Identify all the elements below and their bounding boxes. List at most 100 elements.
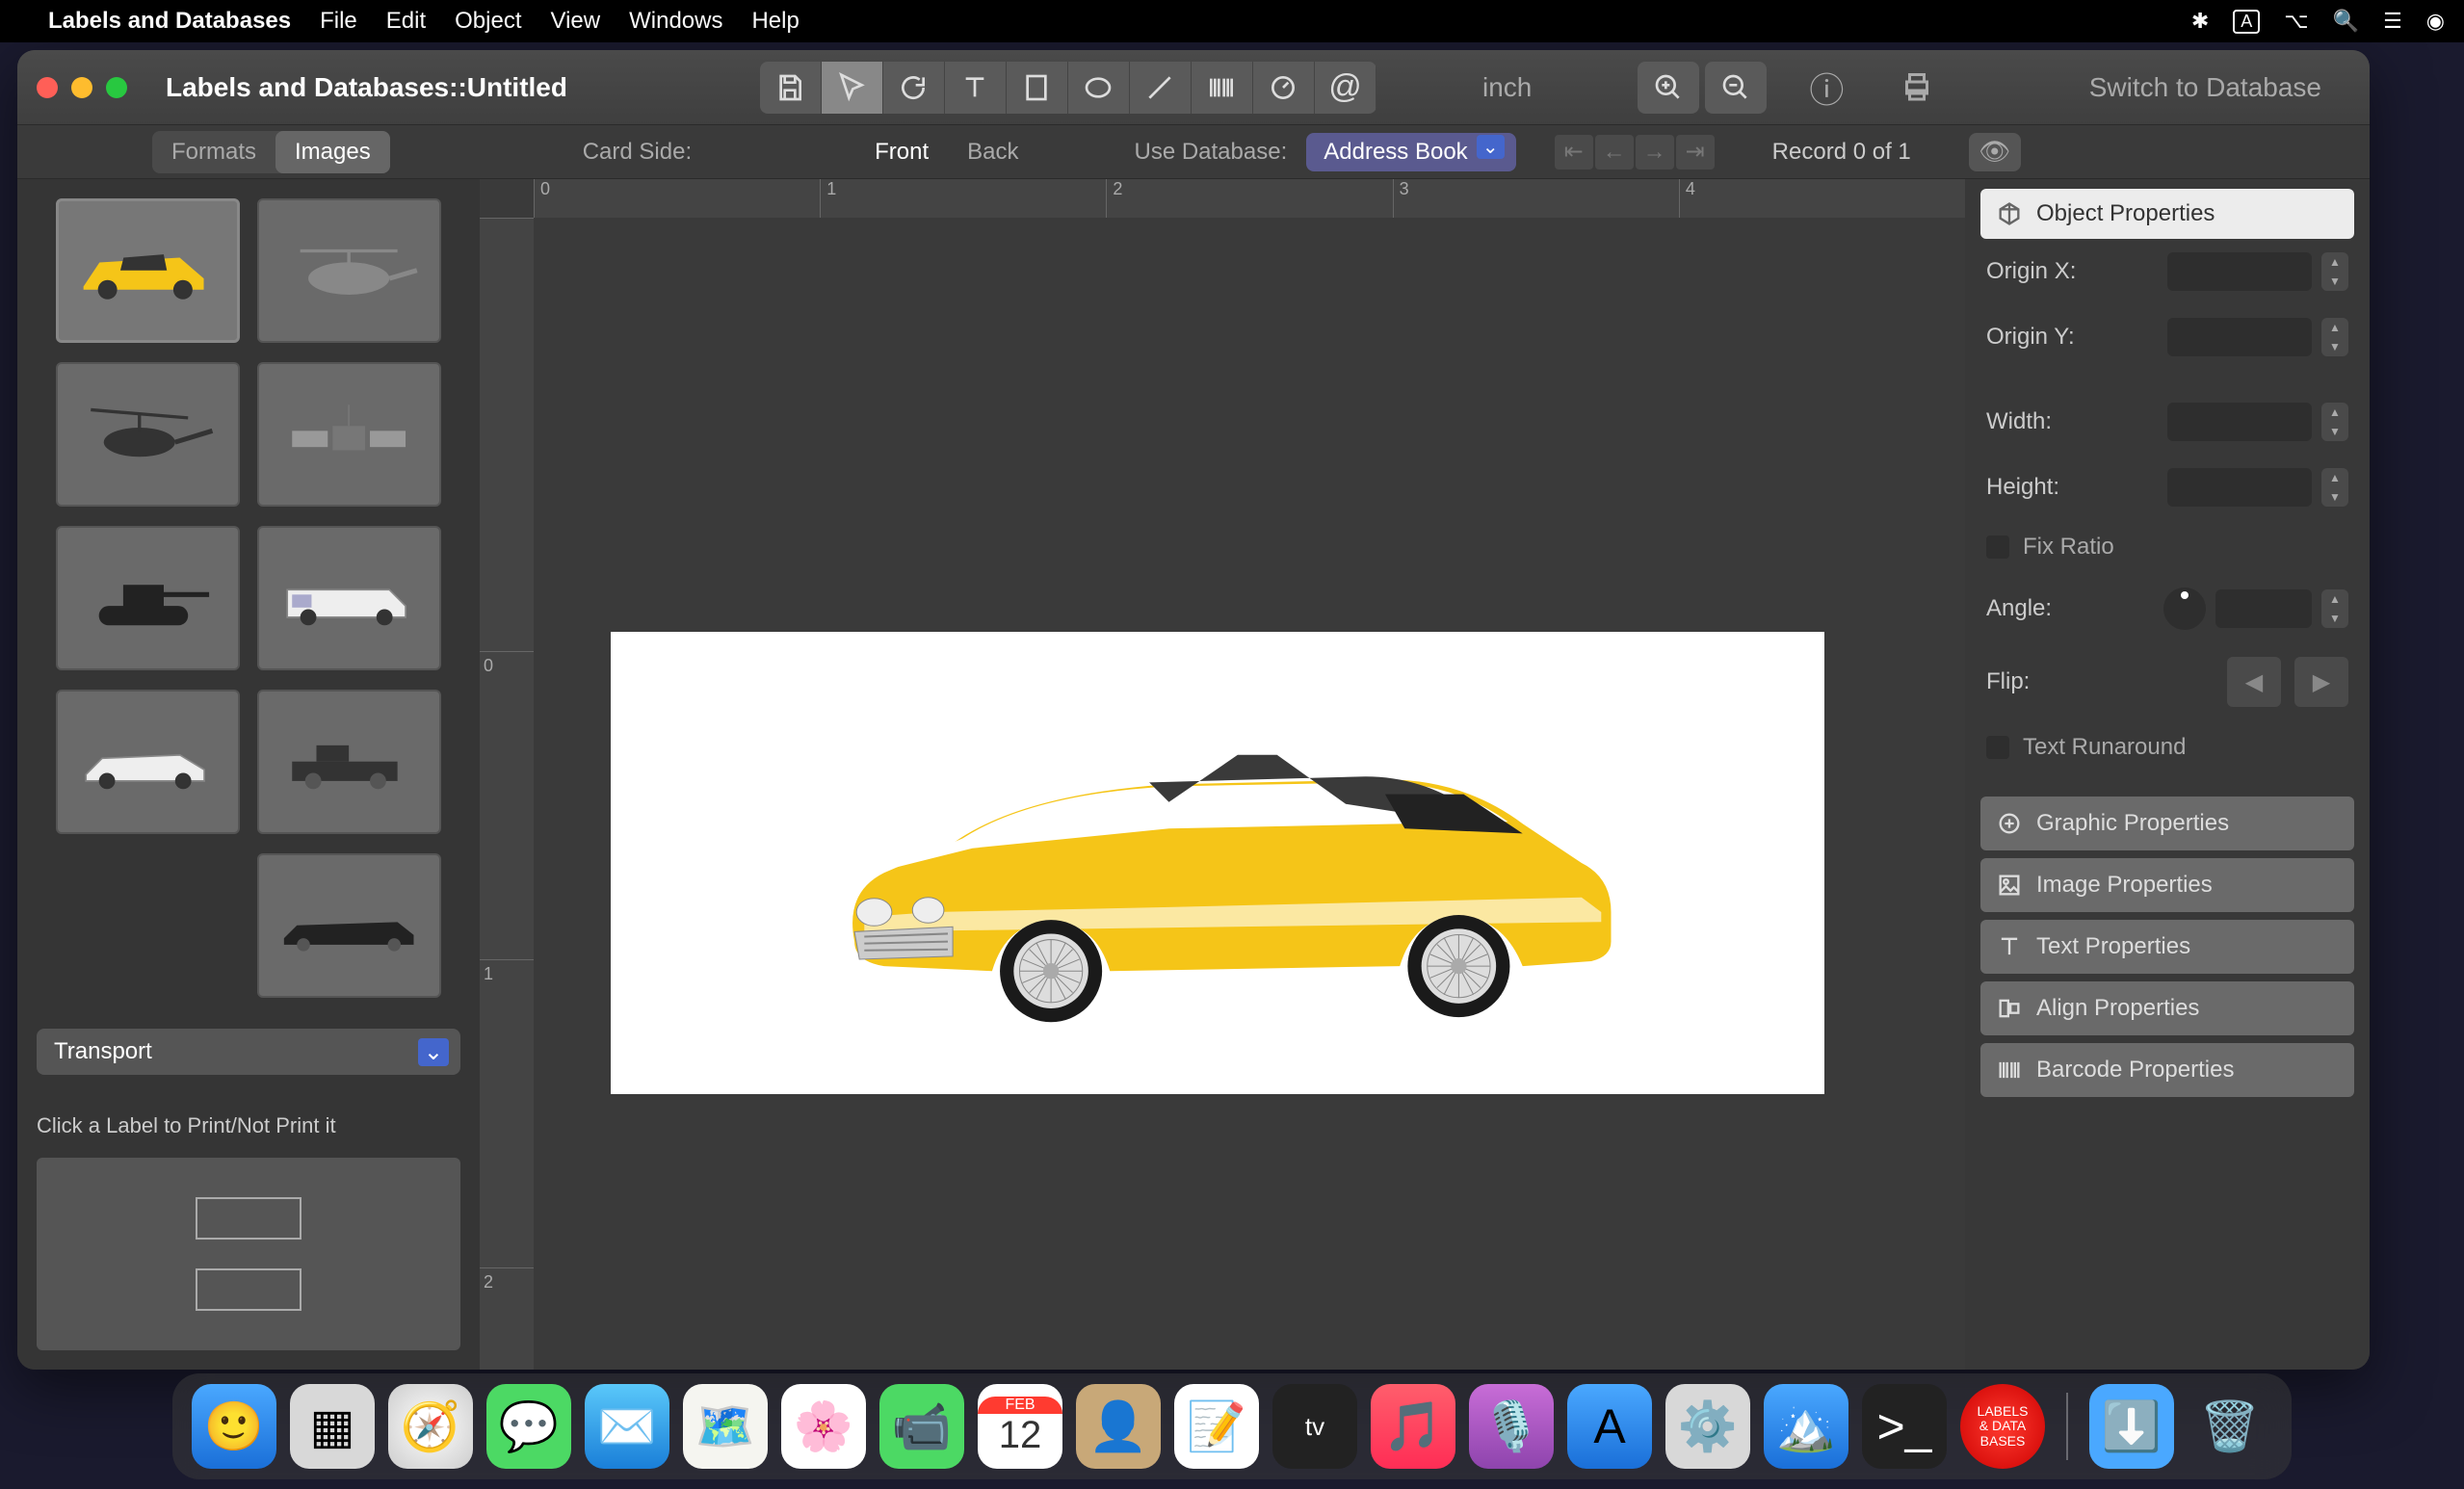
thumb-helicopter-grey[interactable] — [257, 198, 441, 343]
menubar-search-icon[interactable]: 🔍 — [2333, 9, 2359, 34]
label-preview-2[interactable] — [196, 1268, 301, 1311]
car-image[interactable] — [702, 666, 1734, 1059]
origin-x-input[interactable] — [2167, 252, 2312, 291]
thumb-tank[interactable] — [56, 526, 240, 670]
nav-next[interactable]: → — [1636, 135, 1674, 170]
tool-line[interactable] — [1130, 62, 1192, 114]
tool-save[interactable] — [760, 62, 822, 114]
dock-contacts[interactable]: 👤 — [1076, 1384, 1161, 1469]
origin-y-input[interactable] — [2167, 318, 2312, 356]
thumb-satellite[interactable] — [257, 362, 441, 507]
section-image-properties[interactable]: Image Properties — [1980, 858, 2354, 912]
canvas[interactable] — [534, 218, 1965, 1370]
info-button[interactable]: ⓘ — [1796, 62, 1857, 114]
angle-stepper[interactable]: ▲▼ — [2321, 589, 2348, 628]
thumb-wagon-dark[interactable] — [257, 690, 441, 834]
section-align-properties[interactable]: Align Properties — [1980, 981, 2354, 1035]
menu-object[interactable]: Object — [455, 8, 521, 35]
flip-horizontal-button[interactable]: ◀ — [2227, 657, 2281, 707]
menubar-app-name[interactable]: Labels and Databases — [48, 8, 291, 35]
menubar-siri-icon[interactable]: ◉ — [2426, 9, 2445, 34]
thumb-helicopter-dark[interactable] — [56, 362, 240, 507]
tool-rotate[interactable] — [883, 62, 945, 114]
dock-facetime[interactable]: 📹 — [879, 1384, 964, 1469]
label-preview-1[interactable] — [196, 1197, 301, 1240]
flip-vertical-button[interactable]: ▶ — [2294, 657, 2348, 707]
print-preview-panel[interactable] — [37, 1158, 460, 1350]
menu-file[interactable]: File — [320, 8, 357, 35]
dock-downloads[interactable]: ⬇️ — [2089, 1384, 2174, 1469]
menubar-input-icon[interactable]: A — [2233, 10, 2260, 34]
dock-messages[interactable]: 💬 — [486, 1384, 571, 1469]
section-text-properties[interactable]: Text Properties — [1980, 920, 2354, 974]
section-graphic-properties[interactable]: Graphic Properties — [1980, 797, 2354, 850]
dock-finder[interactable]: 🙂 — [192, 1384, 276, 1469]
menubar-bluetooth-icon[interactable]: ⌥ — [2284, 9, 2308, 34]
tool-text[interactable] — [945, 62, 1007, 114]
menu-help[interactable]: Help — [751, 8, 799, 35]
menubar-bug-icon[interactable]: ✱ — [2191, 9, 2209, 34]
angle-dial[interactable] — [2163, 588, 2206, 630]
card-side-back[interactable]: Back — [967, 139, 1018, 166]
dock-music[interactable]: 🎵 — [1371, 1384, 1455, 1469]
tool-barcode[interactable] — [1192, 62, 1253, 114]
tool-pointer[interactable] — [822, 62, 883, 114]
print-button[interactable] — [1886, 62, 1948, 114]
dock-labels-db[interactable]: LABELS& DATABASES — [1960, 1384, 2045, 1469]
dock-photos[interactable]: 🌸 — [781, 1384, 866, 1469]
tool-oval[interactable] — [1068, 62, 1130, 114]
dock-calendar[interactable]: FEB12 — [978, 1384, 1062, 1469]
card-side-front[interactable]: Front — [875, 139, 929, 166]
zoom-in-button[interactable] — [1638, 62, 1699, 114]
switch-to-database-button[interactable]: Switch to Database — [2060, 61, 2350, 115]
nav-last[interactable]: ⇥ — [1676, 135, 1715, 170]
origin-y-stepper[interactable]: ▲▼ — [2321, 318, 2348, 356]
thumb-sedan-white[interactable] — [56, 690, 240, 834]
angle-input[interactable] — [2215, 589, 2312, 628]
menu-windows[interactable]: Windows — [629, 8, 722, 35]
minimize-button[interactable] — [71, 77, 92, 98]
menu-view[interactable]: View — [551, 8, 601, 35]
width-input[interactable] — [2167, 403, 2312, 441]
dock-trash[interactable]: 🗑️ — [2188, 1384, 2272, 1469]
nav-prev[interactable]: ← — [1595, 135, 1634, 170]
zoom-out-button[interactable] — [1705, 62, 1767, 114]
dock-terminal[interactable]: >_ — [1862, 1384, 1947, 1469]
dock-notes[interactable]: 📝 — [1174, 1384, 1259, 1469]
width-stepper[interactable]: ▲▼ — [2321, 403, 2348, 441]
section-barcode-properties[interactable]: Barcode Properties — [1980, 1043, 2354, 1097]
nav-first[interactable]: ⇤ — [1555, 135, 1593, 170]
dock-mail[interactable]: ✉️ — [585, 1384, 669, 1469]
height-input[interactable] — [2167, 468, 2312, 507]
dock-tv[interactable]: tv — [1272, 1384, 1357, 1469]
dock-appstore[interactable]: A — [1567, 1384, 1652, 1469]
category-select[interactable]: Transport — [37, 1029, 460, 1075]
close-button[interactable] — [37, 77, 58, 98]
tool-gauge[interactable] — [1253, 62, 1315, 114]
dock-safari[interactable]: 🧭 — [388, 1384, 473, 1469]
database-select[interactable]: Address Book — [1306, 133, 1515, 171]
text-runaround-checkbox[interactable] — [1986, 736, 2009, 759]
tab-images[interactable]: Images — [275, 131, 390, 173]
zoom-button[interactable] — [106, 77, 127, 98]
tab-formats[interactable]: Formats — [152, 131, 275, 173]
thumb-car-yellow[interactable] — [56, 198, 240, 343]
menu-edit[interactable]: Edit — [386, 8, 426, 35]
dock-launchpad[interactable]: ▦ — [290, 1384, 375, 1469]
origin-x-stepper[interactable]: ▲▼ — [2321, 252, 2348, 291]
dock-nordvpn[interactable]: 🏔️ — [1764, 1384, 1848, 1469]
label-card[interactable] — [611, 632, 1824, 1094]
dock-settings[interactable]: ⚙️ — [1665, 1384, 1750, 1469]
preview-toggle[interactable]: 👁 — [1969, 133, 2021, 171]
thumb-limo[interactable] — [257, 853, 441, 998]
dock-podcasts[interactable]: 🎙️ — [1469, 1384, 1554, 1469]
unit-label[interactable]: inch — [1482, 72, 1532, 103]
object-properties-header[interactable]: Object Properties — [1980, 189, 2354, 239]
fix-ratio-checkbox[interactable] — [1986, 536, 2009, 559]
dock-maps[interactable]: 🗺️ — [683, 1384, 768, 1469]
tool-rect[interactable] — [1007, 62, 1068, 114]
tool-at[interactable]: @ — [1315, 62, 1376, 114]
thumb-van-white[interactable] — [257, 526, 441, 670]
menubar-control-center-icon[interactable]: ☰ — [2383, 9, 2402, 34]
height-stepper[interactable]: ▲▼ — [2321, 468, 2348, 507]
